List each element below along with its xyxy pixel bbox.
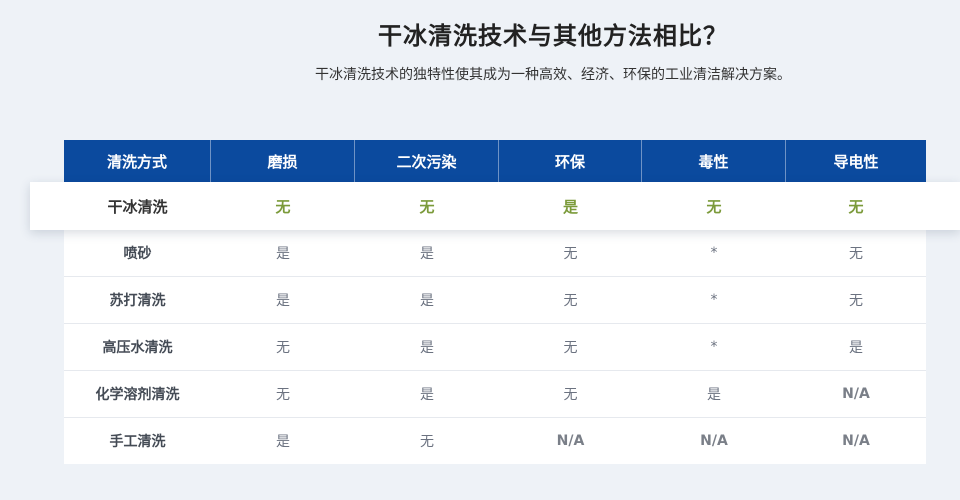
cell-conductivity: 是 [849,340,863,356]
cell-toxicity: * [710,245,718,261]
table-header-row: 清洗方式 磨损 二次污染 环保 毒性 导电性 [64,140,926,182]
page-title: 干冰清洗技术与其他方法相比？ [378,22,728,50]
cell-secondary-pollution: 是 [420,340,434,356]
header-secondary-pollution: 二次污染 [355,140,499,182]
table-row: 手工清洗 是 无 N/A N/A N/A [64,418,926,464]
cell-toxicity: 是 [707,387,721,403]
cell-conductivity: N/A [842,386,870,402]
cell-eco-friendly: 无 [563,387,578,403]
featured-row-dry-ice: 干冰清洗 无 无 是 无 无 [30,182,960,230]
header-toxicity: 毒性 [642,140,786,182]
comparison-table: 清洗方式 磨损 二次污染 环保 毒性 导电性 [64,140,926,182]
cell-toxicity: * [710,292,718,308]
cell-abrasion: 无 [276,387,290,403]
cell-secondary-pollution: 无 [419,197,435,216]
cell-secondary-pollution: 是 [420,246,434,262]
cell-abrasion: 是 [276,246,290,262]
cell-abrasion: 无 [275,197,291,216]
cell-toxicity: * [710,339,718,355]
table-row: 化学溶剂清洗 无 是 无 是 N/A [64,371,926,418]
cell-abrasion: 是 [276,293,290,309]
row-label: 高压水清洗 [102,340,173,356]
cell-conductivity: 无 [849,246,863,262]
comparison-page: 干冰清洗技术与其他方法相比？ 干冰清洗技术的独特性使其成为一种高效、经济、环保的… [0,0,960,500]
row-label: 化学溶剂清洗 [95,387,180,403]
cell-conductivity: 无 [849,293,863,309]
table-row: 喷砂 是 是 无 * 无 [64,230,926,277]
header-conductivity: 导电性 [833,152,879,171]
row-label: 喷砂 [123,246,152,262]
cell-abrasion: 是 [276,434,290,450]
header-abrasion: 磨损 [211,140,355,182]
header-method: 清洗方式 [64,140,211,182]
cell-eco-friendly: 无 [563,293,578,309]
cell-toxicity: N/A [700,433,728,449]
cell-conductivity: N/A [842,433,870,449]
cell-toxicity: 无 [706,197,722,216]
row-label: 手工清洗 [109,434,166,450]
cell-eco-friendly: 无 [563,340,578,356]
table-row: 苏打清洗 是 是 无 * 无 [64,277,926,324]
cell-conductivity: 无 [848,197,864,216]
page-subtitle: 干冰清洗技术的独特性使其成为一种高效、经济、环保的工业清洁解决方案。 [315,67,791,83]
cell-secondary-pollution: 无 [420,434,434,450]
row-label: 苏打清洗 [109,293,166,309]
table-body: 喷砂 是 是 无 * 无 苏打清洗 是 是 无 * 无 高压水清洗 无 是 无 … [64,230,926,464]
table-row: 高压水清洗 无 是 无 * 是 [64,324,926,371]
header-eco-friendly: 环保 [499,140,642,182]
row-label: 干冰清洗 [107,197,168,216]
cell-eco-friendly: N/A [556,433,585,449]
cell-abrasion: 无 [276,340,290,356]
cell-secondary-pollution: 是 [420,293,434,309]
cell-eco-friendly: 是 [562,197,578,216]
cell-eco-friendly: 无 [563,246,578,262]
cell-secondary-pollution: 是 [420,387,434,403]
